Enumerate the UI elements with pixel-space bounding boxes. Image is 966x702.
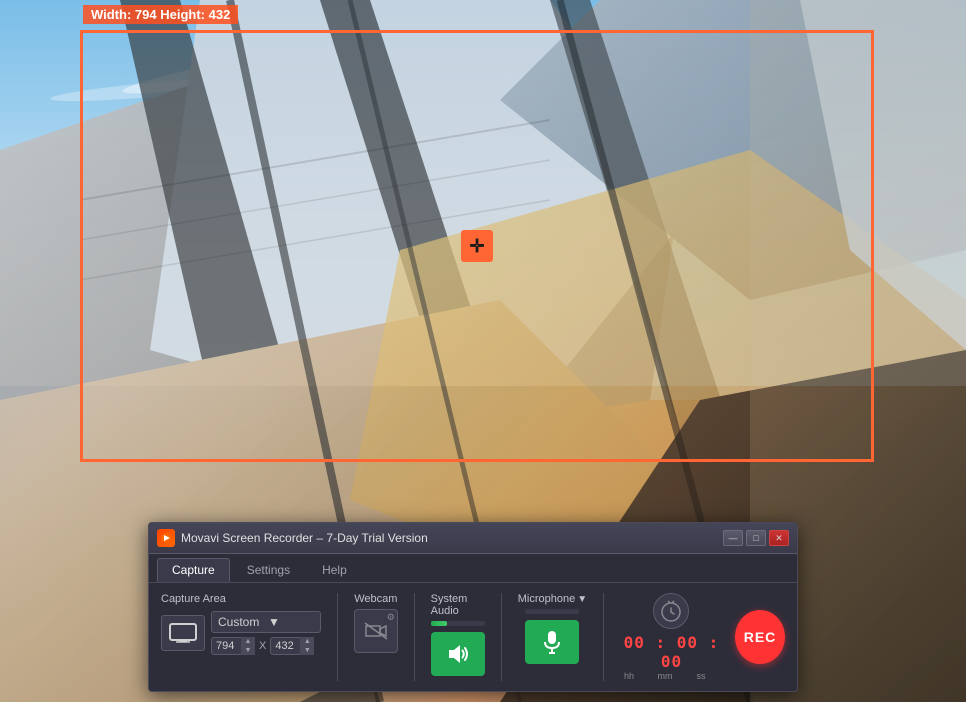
webcam-label: Webcam xyxy=(354,593,397,605)
capture-mode-value: Custom xyxy=(218,615,264,629)
capture-area-section: Capture Area Custom ▼ xyxy=(161,593,321,681)
panel-content: Capture Area Custom ▼ xyxy=(149,583,797,691)
timer-hh-label: hh xyxy=(620,671,638,681)
system-audio-label: System Audio xyxy=(431,593,485,617)
mic-level-bar xyxy=(525,609,579,614)
maximize-button[interactable]: □ xyxy=(746,530,766,546)
microphone-section: Microphone ▼ xyxy=(518,593,587,681)
clock-icon xyxy=(659,599,683,623)
nav-tabs: Capture Settings Help xyxy=(149,554,797,583)
window-controls: — □ ✕ xyxy=(723,530,789,546)
timer-hh: 00 xyxy=(624,633,645,652)
capture-controls: Custom ▼ ▲ ▼ X xyxy=(161,611,321,655)
screen-select-button[interactable] xyxy=(161,615,205,651)
width-down-button[interactable]: ▼ xyxy=(241,646,255,655)
system-audio-level-bar xyxy=(431,621,485,626)
divider-3 xyxy=(501,593,502,681)
dimension-x-separator: X xyxy=(259,640,266,652)
rec-button-label: REC xyxy=(744,629,777,645)
timer-display: 00 : 00 : 00 hh mm ss xyxy=(620,633,723,681)
move-icon: ✛ xyxy=(469,237,484,255)
divider-1 xyxy=(337,593,338,681)
capture-mode-dropdown[interactable]: Custom ▼ xyxy=(211,611,321,633)
minimize-button[interactable]: — xyxy=(723,530,743,546)
speaker-icon xyxy=(446,642,470,666)
system-audio-button[interactable] xyxy=(431,632,485,676)
move-cursor-indicator[interactable]: ✛ xyxy=(461,230,493,262)
window-title: Movavi Screen Recorder – 7-Day Trial Ver… xyxy=(181,531,723,545)
height-input-wrapper: ▲ ▼ xyxy=(270,637,314,655)
capture-mode-container: Custom ▼ ▲ ▼ X xyxy=(211,611,321,655)
timer-section: 00 : 00 : 00 hh mm ss xyxy=(620,593,723,681)
microphone-header: Microphone ▼ xyxy=(518,593,587,605)
width-spinners: ▲ ▼ xyxy=(241,637,255,655)
divider-4 xyxy=(603,593,604,681)
timer-unit-labels: hh mm ss xyxy=(620,671,723,681)
tab-settings[interactable]: Settings xyxy=(232,558,305,582)
microphone-dropdown-arrow[interactable]: ▼ xyxy=(577,594,587,605)
timer-time: 00 : 00 : 00 xyxy=(620,633,723,671)
timer-mm: 00 xyxy=(677,633,698,652)
dropdown-arrow-icon: ▼ xyxy=(268,615,314,629)
rec-button[interactable]: REC xyxy=(735,610,785,664)
title-bar: Movavi Screen Recorder – 7-Day Trial Ver… xyxy=(149,523,797,554)
microphone-label: Microphone xyxy=(518,593,575,605)
recorder-panel: Movavi Screen Recorder – 7-Day Trial Ver… xyxy=(148,522,798,692)
tab-help[interactable]: Help xyxy=(307,558,362,582)
close-button[interactable]: ✕ xyxy=(769,530,789,546)
width-input-wrapper: ▲ ▼ xyxy=(211,637,255,655)
height-spinners: ▲ ▼ xyxy=(300,637,314,655)
webcam-gear-icon: ⚙ xyxy=(387,612,395,623)
tab-capture[interactable]: Capture xyxy=(157,558,230,582)
timer-colon1: : xyxy=(656,633,677,652)
height-down-button[interactable]: ▼ xyxy=(300,646,314,655)
webcam-section: Webcam ⚙ xyxy=(354,593,398,681)
monitor-icon xyxy=(169,623,197,643)
capture-rectangle: Width: 794 Height: 432 ✛ xyxy=(80,30,874,462)
microphone-button[interactable] xyxy=(525,620,579,664)
app-icon xyxy=(157,529,175,547)
height-up-button[interactable]: ▲ xyxy=(300,637,314,646)
timer-icon xyxy=(653,593,689,629)
capture-rect-label: Width: 794 Height: 432 xyxy=(83,5,238,24)
webcam-button[interactable]: ⚙ xyxy=(354,609,398,653)
system-audio-level-fill xyxy=(431,621,447,626)
system-audio-section: System Audio xyxy=(431,593,485,681)
timer-ss: 00 xyxy=(661,652,682,671)
webcam-off-icon xyxy=(364,622,388,640)
timer-colon2: : xyxy=(709,633,720,652)
divider-2 xyxy=(414,593,415,681)
capture-area-label: Capture Area xyxy=(161,593,321,605)
timer-ss-label: ss xyxy=(692,671,710,681)
dimension-inputs: ▲ ▼ X ▲ ▼ xyxy=(211,637,321,655)
width-up-button[interactable]: ▲ xyxy=(241,637,255,646)
microphone-icon xyxy=(542,630,562,654)
timer-mm-label: mm xyxy=(656,671,674,681)
